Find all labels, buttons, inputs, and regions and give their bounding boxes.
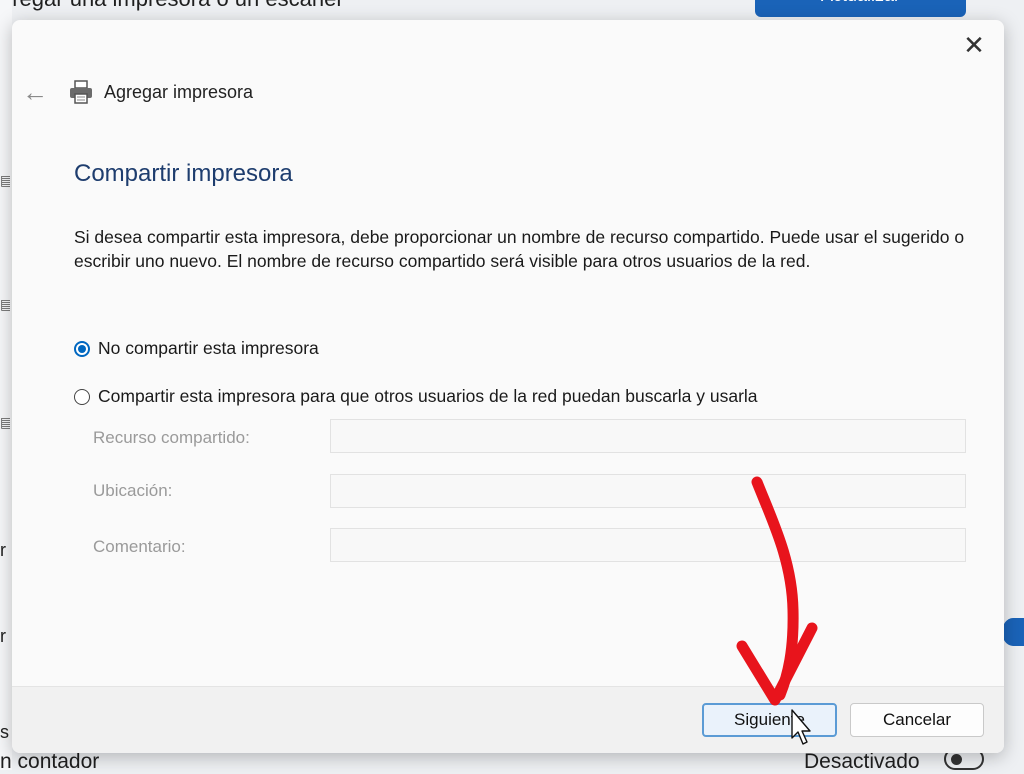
background-toggle-on[interactable] [1002,618,1024,646]
add-printer-dialog: ✕ ← Agregar impresora Compartir impresor… [12,20,1004,753]
background-toggle-state: Desactivado [804,750,920,773]
comment-input[interactable] [330,528,966,562]
location-input[interactable] [330,474,966,508]
background-printer-icon: ▤ [0,414,10,430]
radio-unselected-icon[interactable] [74,388,90,405]
radio-no-share[interactable]: No compartir esta impresora [74,338,319,359]
printer-icon [70,80,92,104]
background-fragment-text: s [0,722,9,742]
background-printer-icon: ▤ [0,296,10,312]
share-name-input[interactable] [330,419,966,453]
section-title: Compartir impresora [74,160,293,187]
radio-selected-icon[interactable] [74,340,90,357]
comment-label: Comentario: [93,537,186,556]
next-button[interactable]: Siguiente [702,703,837,737]
dialog-title: Agregar impresora [104,82,254,102]
background-page-title: gregar una impresora o un escáner [0,0,344,12]
background-setting-label: n contador [0,750,100,773]
dialog-header: ← Agregar impresora [12,78,1004,110]
radio-share[interactable]: Compartir esta impresora para que otros … [74,386,758,407]
dialog-footer: Siguiente Cancelar [12,686,1004,753]
radio-no-share-label: No compartir esta impresora [98,338,319,358]
background-fragment-text: r [0,540,6,560]
radio-share-label: Compartir esta impresora para que otros … [98,386,758,406]
cancel-button[interactable]: Cancelar [850,703,984,737]
close-icon[interactable]: ✕ [958,30,990,62]
background-fragment-text: r [0,626,6,646]
description-text: Si desea compartir esta impresora, debe … [74,227,965,271]
back-arrow-icon[interactable]: ← [22,78,48,106]
share-name-label: Recurso compartido: [93,428,250,447]
background-refresh-button[interactable]: Actualizar [755,0,966,17]
location-label: Ubicación: [93,481,173,500]
background-left-strip [0,0,12,770]
background-printer-icon: ▤ [0,172,10,188]
